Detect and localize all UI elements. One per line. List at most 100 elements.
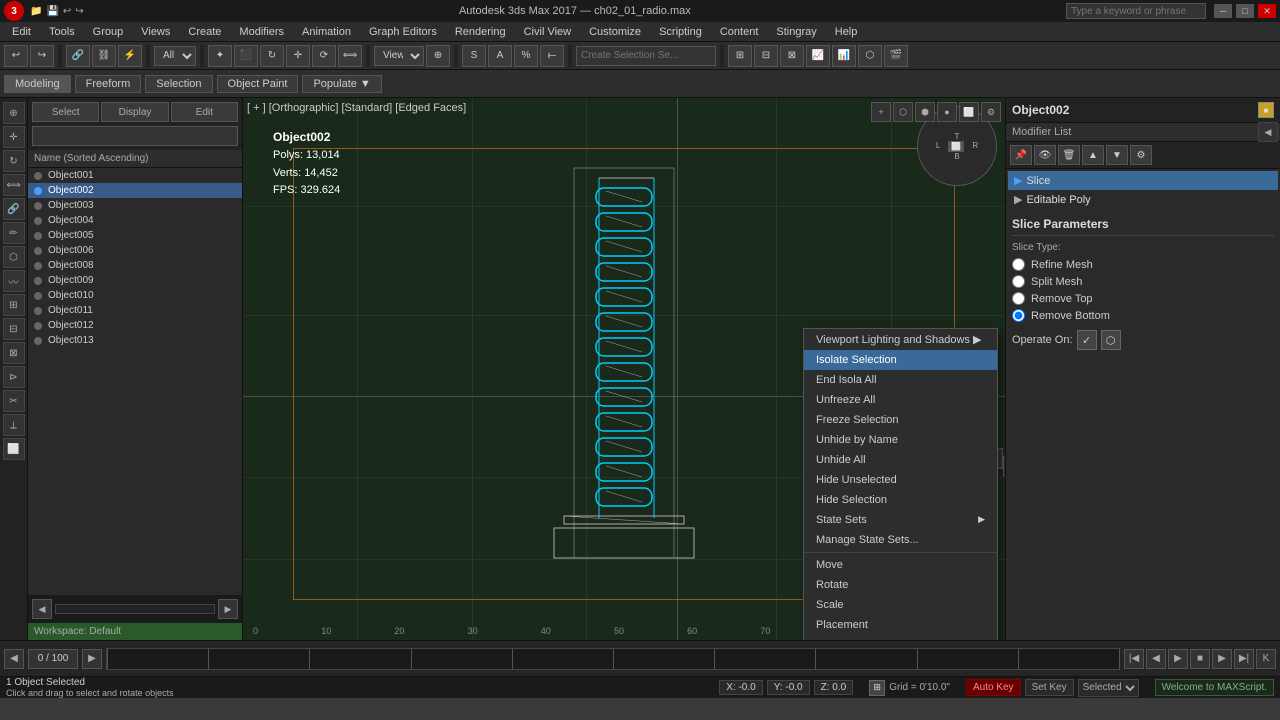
magnet-icon[interactable]: ⊳ <box>3 366 25 388</box>
mod-move-down-btn[interactable]: ▼ <box>1106 145 1128 165</box>
rotate-tool-icon[interactable]: ↻ <box>3 150 25 172</box>
material-editor-button[interactable]: ⬡ <box>858 45 882 67</box>
mirror-button[interactable]: ⊞ <box>728 45 752 67</box>
scroll-left-btn[interactable]: ◀ <box>32 599 52 619</box>
scale-button[interactable]: ⟺ <box>338 45 362 67</box>
pb-stop-btn[interactable]: ■ <box>1190 649 1210 669</box>
ref-coord-dropdown[interactable]: View <box>374 46 424 66</box>
ctx-state-sets[interactable]: State Sets <box>804 510 997 530</box>
timeline-next-btn[interactable]: ▶ <box>82 649 102 669</box>
list-item[interactable]: Object005 <box>28 228 242 243</box>
radio-remove-bottom[interactable]: Remove Bottom <box>1012 307 1274 324</box>
vp-settings-btn[interactable]: ⚙ <box>981 102 1001 122</box>
maximize-button[interactable]: □ <box>1236 4 1254 18</box>
vp-shading-btn[interactable]: ⬢ <box>915 102 935 122</box>
curve-editor-button[interactable]: 📈 <box>806 45 830 67</box>
modifier-slice[interactable]: ▶ Slice <box>1008 171 1278 190</box>
spinner-snap[interactable]: ⟝ <box>540 45 564 67</box>
minimize-button[interactable]: ─ <box>1214 4 1232 18</box>
ctx-unhide-all[interactable]: Unhide All <box>804 450 997 470</box>
knife-icon[interactable]: ✂ <box>3 390 25 412</box>
pivot-button[interactable]: ⊕ <box>426 45 450 67</box>
scroll-bar[interactable] <box>55 604 215 614</box>
selection-set-input[interactable] <box>576 46 716 66</box>
unlink-button[interactable]: ⛓ <box>92 45 116 67</box>
radio-refine-mesh[interactable]: Refine Mesh <box>1012 256 1274 273</box>
menu-customize[interactable]: Customize <box>581 24 649 40</box>
object-color-swatch[interactable]: ■ <box>1258 102 1274 118</box>
pb-first-btn[interactable]: |◀ <box>1124 649 1144 669</box>
viewport[interactable]: [ + ] [Orthographic] [Standard] [Edged F… <box>243 98 1005 640</box>
ctx-freeze-selection[interactable]: Freeze Selection <box>804 410 997 430</box>
schematic-button[interactable]: 📊 <box>832 45 856 67</box>
toolbar-icon[interactable]: ↪ <box>75 6 83 17</box>
select-rotate-button[interactable]: ↻ <box>260 45 284 67</box>
scroll-right-btn[interactable]: ▶ <box>218 599 238 619</box>
tab-modeling[interactable]: Modeling <box>4 75 71 93</box>
snap-toggle[interactable]: S <box>462 45 486 67</box>
set-key-btn[interactable]: Set Key <box>1025 679 1074 696</box>
ctx-hide-selection[interactable]: Hide Selection <box>804 490 997 510</box>
mod-pin-btn[interactable]: 📌 <box>1010 145 1032 165</box>
ctx-isolate-selection[interactable]: Isolate Selection <box>804 350 997 370</box>
toolbar-icon[interactable]: 📁 <box>30 6 42 17</box>
operate-grid-icon[interactable]: ⬡ <box>1101 330 1121 350</box>
tab-selection[interactable]: Selection <box>145 75 212 93</box>
filter-dropdown[interactable]: All <box>154 46 196 66</box>
ctx-scale[interactable]: Scale <box>804 595 997 615</box>
menu-rendering[interactable]: Rendering <box>447 24 514 40</box>
list-item[interactable]: Object009 <box>28 273 242 288</box>
menu-graph-editors[interactable]: Graph Editors <box>361 24 445 40</box>
timeline-prev-btn[interactable]: ◀ <box>4 649 24 669</box>
mod-enable-btn[interactable]: 👁 <box>1034 145 1056 165</box>
vp-add-btn[interactable]: + <box>871 102 891 122</box>
pivot-tool-icon[interactable]: ⊠ <box>3 342 25 364</box>
menu-tools[interactable]: Tools <box>41 24 83 40</box>
bind-button[interactable]: ⚡ <box>118 45 142 67</box>
mod-delete-btn[interactable]: 🗑 <box>1058 145 1080 165</box>
menu-stingray[interactable]: Stingray <box>768 24 824 40</box>
pb-next-btn[interactable]: ▶ <box>1212 649 1232 669</box>
list-item[interactable]: Object008 <box>28 258 242 273</box>
cmd-tab-edit[interactable]: Edit <box>171 102 238 122</box>
operate-check-icon[interactable]: ✓ <box>1077 330 1097 350</box>
box-icon[interactable]: ⬜ <box>3 438 25 460</box>
pb-play-btn[interactable]: ▶ <box>1168 649 1188 669</box>
search-input[interactable] <box>1066 3 1206 19</box>
cmd-tab-display[interactable]: Display <box>101 102 168 122</box>
ctx-unhide-by-name[interactable]: Unhide by Name <box>804 430 997 450</box>
menu-group[interactable]: Group <box>85 24 132 40</box>
ctx-placement[interactable]: Placement <box>804 615 997 635</box>
radio-remove-top[interactable]: Remove Top <box>1012 290 1274 307</box>
tab-object-paint[interactable]: Object Paint <box>217 75 299 93</box>
menu-edit[interactable]: Edit <box>4 24 39 40</box>
tab-populate[interactable]: Populate ▼ <box>302 75 381 93</box>
link-tool-icon[interactable]: 🔗 <box>3 198 25 220</box>
align-tool-icon[interactable]: ⊞ <box>3 294 25 316</box>
list-item[interactable]: Object001 <box>28 168 242 183</box>
menu-views[interactable]: Views <box>133 24 178 40</box>
menu-help[interactable]: Help <box>827 24 866 40</box>
timeline[interactable] <box>106 648 1120 670</box>
ctx-move[interactable]: Move <box>804 555 997 575</box>
close-button[interactable]: ✕ <box>1258 4 1276 18</box>
vp-sphere-btn[interactable]: ● <box>937 102 957 122</box>
rotate-button[interactable]: ⟳ <box>312 45 336 67</box>
paint-tool-icon[interactable]: ✏ <box>3 222 25 244</box>
ctx-unfreeze-all[interactable]: Unfreeze All <box>804 390 997 410</box>
list-item[interactable]: Object013 <box>28 333 242 348</box>
auto-key-btn[interactable]: Auto Key <box>966 679 1021 696</box>
render-button[interactable]: 🎬 <box>884 45 908 67</box>
menu-animation[interactable]: Animation <box>294 24 359 40</box>
ctx-select[interactable]: Select <box>804 635 997 640</box>
freeform-icon[interactable]: 〰 <box>3 270 25 292</box>
menu-civil-view[interactable]: Civil View <box>516 24 579 40</box>
panel-expand-icon[interactable]: ◀ <box>1258 122 1278 142</box>
scale-tool-icon[interactable]: ⟺ <box>3 174 25 196</box>
ctx-hide-unselected[interactable]: Hide Unselected <box>804 470 997 490</box>
list-item[interactable]: Object006 <box>28 243 242 258</box>
list-item[interactable]: Object003 <box>28 198 242 213</box>
clone-tool-icon[interactable]: ⊟ <box>3 318 25 340</box>
ctx-viewport-lighting[interactable]: Viewport Lighting and Shadows ▶ <box>804 329 997 350</box>
vp-wireframe-btn[interactable]: ⬜ <box>959 102 979 122</box>
